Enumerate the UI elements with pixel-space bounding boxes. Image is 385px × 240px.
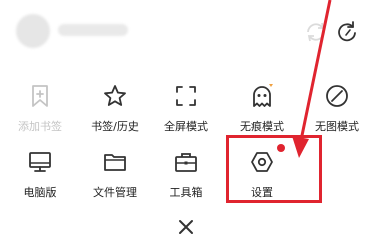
file-manager-label: 文件管理 [93,186,137,199]
ghost-icon [253,84,273,107]
username-label[interactable] [58,24,128,36]
sync-icon[interactable] [302,18,330,46]
incognito-mode-label: 无痕模式 [240,120,284,133]
fullscreen-mode-button[interactable]: 全屏模式 [148,84,224,140]
add-bookmark-button[interactable]: 添加书签 [2,84,78,140]
refresh-icon[interactable] [334,19,360,45]
bookmarks-history-label: 书签/历史 [91,120,139,133]
user-avatar[interactable] [16,14,50,48]
settings-label: 设置 [251,186,273,199]
close-icon[interactable] [177,218,195,236]
toolbox-button[interactable]: 工具箱 [148,150,224,206]
desktop-version-button[interactable]: 电脑版 [2,150,78,206]
star-icon [104,85,126,106]
monitor-icon [29,152,51,172]
no-image-mode-button[interactable]: 无图模式 [299,84,375,140]
desktop-version-label: 电脑版 [23,186,57,199]
fullscreen-mode-label: 全屏模式 [164,120,208,133]
bookmark-add-icon [32,85,48,107]
notification-dot [277,144,285,152]
settings-button[interactable]: 设置 [224,144,300,206]
add-bookmark-label: 添加书签 [18,120,62,133]
file-manager-button[interactable]: 文件管理 [77,150,153,206]
menu-header [0,0,385,62]
toolbox-icon [175,153,197,172]
bookmarks-history-button[interactable]: 书签/历史 [77,84,153,140]
settings-hexagon-icon [251,152,273,172]
fullscreen-icon [176,86,196,106]
toolbox-label: 工具箱 [169,186,203,199]
no-image-mode-label: 无图模式 [315,120,359,133]
incognito-mode-button[interactable]: 无痕模式 [224,84,300,140]
no-image-icon [326,85,348,107]
folder-icon [104,154,126,171]
